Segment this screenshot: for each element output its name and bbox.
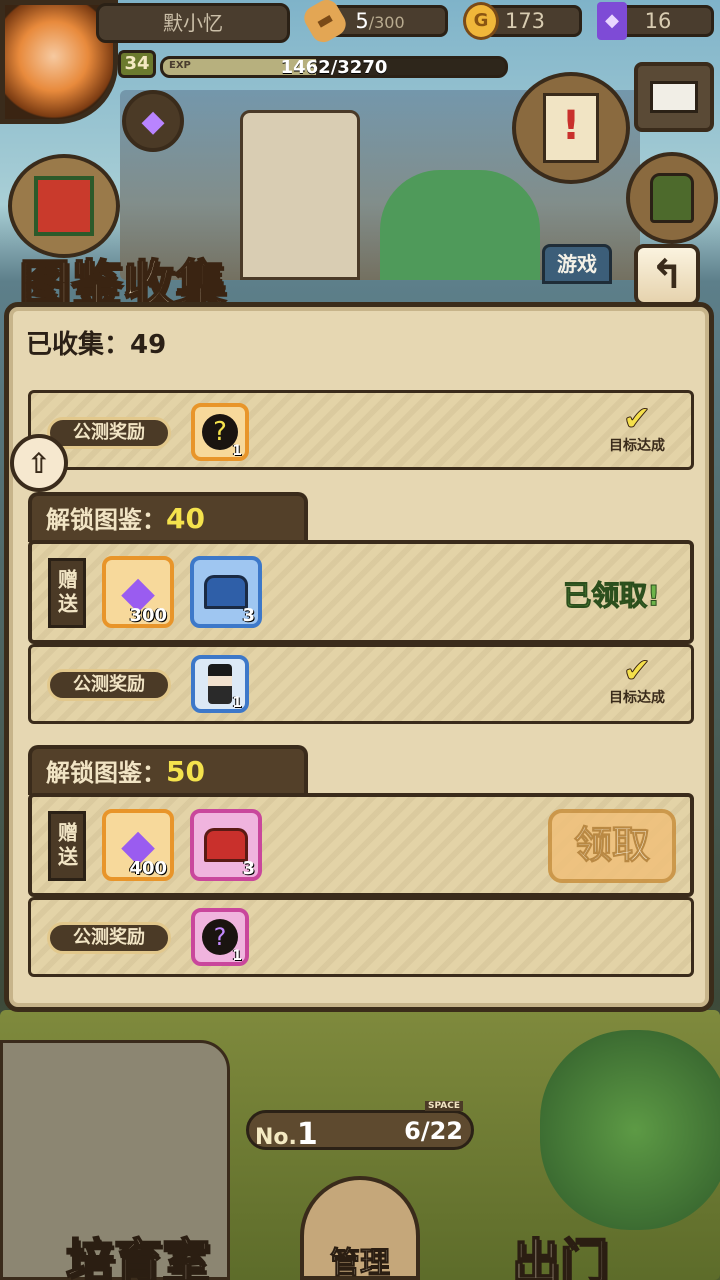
bush-right: [540, 1030, 720, 1230]
reward-row-obt: 公测奖励 1 ✔ 目标达成: [28, 644, 694, 724]
space-label: SPACE: [425, 1101, 463, 1111]
reward-item[interactable]: ◆ 400: [102, 809, 174, 881]
goal-achieved-status: ✔ 目标达成: [597, 399, 677, 455]
item-count: 400: [129, 858, 167, 879]
quest-scroll-icon: !: [543, 93, 599, 163]
envelope-icon: [650, 81, 698, 113]
room-number-label: No.: [255, 1125, 297, 1150]
gem-plus-icon: ◆: [141, 103, 165, 139]
exp-value: 1462/3270: [280, 57, 388, 78]
obt-reward-label: 公测奖励: [47, 417, 171, 449]
gold-value: 173: [504, 9, 546, 33]
gift-label: 赠送: [48, 811, 86, 881]
reward-item[interactable]: ? 1: [191, 908, 249, 966]
gem-counter: ◆ 16: [597, 2, 714, 40]
reward-row-gift: 赠送 ◆ 400 3 领取: [28, 793, 694, 897]
space-indicator: No.1 SPACE 6/22: [246, 1101, 474, 1152]
obt-reward-label: 公测奖励: [47, 669, 171, 701]
scroll-top-button[interactable]: ⇧: [10, 434, 68, 492]
backpack-button[interactable]: [626, 152, 718, 244]
reward-row-gift: 赠送 ◆ 300 3 已领取!: [28, 540, 694, 644]
reward-item[interactable]: 1: [191, 655, 249, 713]
reward-item[interactable]: 3: [190, 556, 262, 628]
reward-list[interactable]: 公测奖励 ? 1 ✔ 目标达成 解锁图鉴：40 赠送 ◆ 300 3 已领取! …: [28, 372, 694, 982]
player-level: 34: [118, 50, 156, 78]
tier-header-label: 解锁图鉴：: [46, 506, 166, 534]
goal-achieved-status: ✔ 目标达成: [597, 651, 677, 707]
back-button[interactable]: ↰: [634, 244, 700, 306]
item-count: 1: [232, 948, 242, 964]
exp-bar: EXP 1462/3270: [160, 56, 508, 78]
space-value: 6/22: [404, 1117, 463, 1145]
tier-header: 解锁图鉴：40: [28, 492, 308, 542]
reward-item[interactable]: ◆ 300: [102, 556, 174, 628]
item-count: 3: [242, 605, 255, 626]
gold-coin-icon: G: [463, 2, 499, 40]
collected-count: 已收集：49: [26, 330, 167, 360]
tier-threshold: 50: [166, 755, 205, 788]
add-gems-button[interactable]: ◆: [122, 90, 184, 152]
tier-header: 解锁图鉴：50: [28, 745, 308, 795]
tree-decoration: [380, 170, 540, 280]
item-count: 1: [232, 443, 242, 459]
checkmark-icon: ✔: [622, 651, 652, 691]
player-name: 默小忆: [96, 3, 290, 43]
bread-value: 5: [355, 9, 369, 33]
windmill-decoration: [240, 110, 360, 280]
gem-value: 16: [644, 9, 672, 33]
goal-achieved-label: 目标达成: [609, 438, 665, 454]
bread-counter: ▬ 5/300: [299, 0, 448, 47]
claim-button[interactable]: 领取: [548, 809, 676, 883]
room-number: No.1: [255, 1117, 318, 1152]
reward-item[interactable]: 3: [190, 809, 262, 881]
mail-button[interactable]: [634, 62, 714, 132]
tier-header-label: 解锁图鉴：: [46, 759, 166, 787]
item-count: 3: [242, 858, 255, 879]
goal-achieved-label: 目标达成: [609, 690, 665, 706]
obt-reward-label: 公测奖励: [47, 922, 171, 954]
game-scene-background: 默小忆 ▬ 5/300 G 173 ◆ 16 34 EXP 1462/3270 …: [0, 0, 720, 1280]
gift-box-button[interactable]: [8, 154, 120, 258]
item-count: 1: [232, 695, 242, 711]
up-arrow-icon: ⇧: [27, 446, 51, 480]
game-tab[interactable]: 游戏: [542, 244, 612, 284]
blue-chest-icon: [204, 575, 248, 609]
item-count: 300: [129, 605, 167, 626]
bread-icon: ▬: [299, 0, 351, 47]
nursery-button[interactable]: 培育室: [65, 1222, 211, 1280]
gem-icon: ◆: [597, 2, 627, 40]
reward-row-obt: 公测奖励 ? 1: [28, 897, 694, 977]
quest-scroll-button[interactable]: !: [512, 72, 630, 184]
tier-threshold: 40: [166, 502, 205, 535]
reward-item[interactable]: ? 1: [191, 403, 249, 461]
go-out-button[interactable]: 出门: [511, 1222, 609, 1280]
red-chest-icon: [204, 828, 248, 862]
gold-counter: G 173: [463, 2, 582, 40]
top-hat-character-icon: [208, 664, 232, 704]
reward-row-obt-prev: 公测奖励 ? 1 ✔ 目标达成: [28, 390, 694, 470]
back-arrow-icon: ↰: [650, 252, 684, 298]
bread-max: /300: [368, 13, 405, 32]
gift-box-icon: [34, 176, 94, 236]
backpack-icon: [650, 173, 694, 223]
room-number-value: 1: [296, 1117, 318, 1152]
checkmark-icon: ✔: [622, 399, 652, 439]
claimed-status: 已领取!: [563, 579, 661, 613]
gift-label: 赠送: [48, 558, 86, 628]
manage-label: 管理: [330, 1246, 391, 1280]
